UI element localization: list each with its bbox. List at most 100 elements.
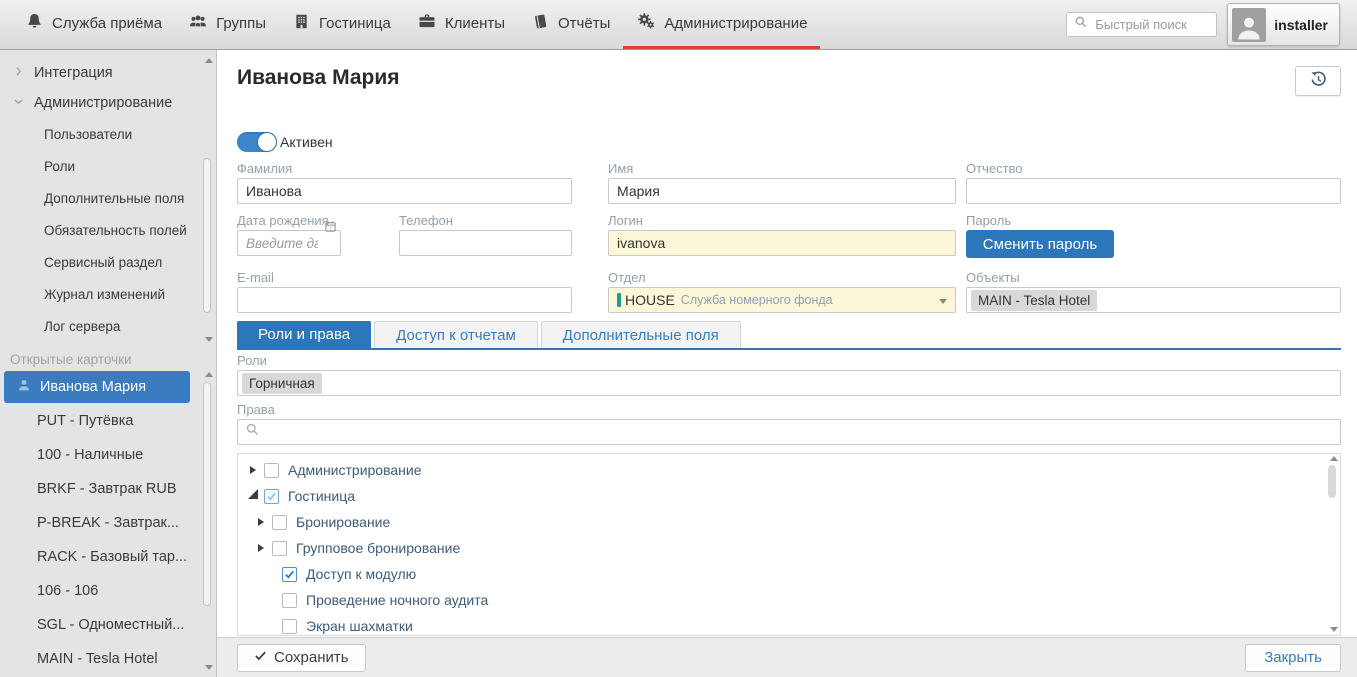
checkbox[interactable] — [282, 593, 297, 608]
scroll-down-icon[interactable] — [1330, 627, 1338, 632]
open-card-p-break[interactable]: P-BREAK - Завтрак... — [0, 506, 216, 540]
tab-label: Гостиница — [319, 15, 391, 32]
scroll-up-icon[interactable] — [205, 372, 213, 377]
open-card-106[interactable]: 106 - 106 — [0, 574, 216, 608]
sidebar-item-change-log[interactable]: Журнал изменений — [0, 278, 216, 310]
scroll-down-icon[interactable] — [205, 337, 213, 342]
user-menu[interactable]: installer — [1227, 3, 1340, 46]
sidebar-item-roles[interactable]: Роли — [0, 150, 216, 182]
collapse-icon[interactable] — [246, 493, 260, 499]
open-card-sgl[interactable]: SGL - Одноместный... — [0, 608, 216, 642]
sidebar-item-custom-fields[interactable]: Дополнительные поля — [0, 182, 216, 214]
tab-reports[interactable]: Отчёты — [518, 0, 623, 49]
department-label: Отдел — [608, 270, 956, 286]
tree-label: Доступ к модулю — [306, 566, 416, 582]
expand-icon[interactable] — [246, 466, 260, 474]
email-label: E-mail — [237, 270, 572, 286]
tab-label: Клиенты — [445, 15, 505, 32]
scrollbar-thumb[interactable] — [203, 382, 211, 606]
open-card-brkf[interactable]: BRKF - Завтрак RUB — [0, 472, 216, 506]
sidebar-item-integration[interactable]: Интеграция — [0, 58, 216, 88]
svg-text:7: 7 — [329, 226, 332, 232]
check-icon — [254, 649, 267, 666]
change-password-button[interactable]: Сменить пароль — [966, 230, 1114, 258]
scrollbar-thumb[interactable] — [1328, 465, 1336, 498]
open-card-rack[interactable]: RACK - Базовый тар... — [0, 540, 216, 574]
phone-field[interactable] — [399, 230, 572, 256]
tree-scrollbar[interactable] — [1328, 456, 1338, 632]
last-name-field[interactable] — [237, 178, 572, 204]
tab-reception-service[interactable]: Служба приёма — [12, 0, 175, 49]
expand-icon[interactable] — [254, 544, 268, 552]
calendar-icon[interactable]: 7 — [324, 220, 337, 238]
scroll-down-icon[interactable] — [205, 665, 213, 670]
sidebar-item-users[interactable]: Пользователи — [0, 118, 216, 150]
tree-label: Гостиница — [288, 488, 355, 504]
quick-search — [1066, 12, 1217, 37]
sidebar-nav-scrollbar[interactable] — [203, 58, 213, 342]
last-name-label: Фамилия — [237, 161, 572, 177]
object-chip: MAIN - Tesla Hotel — [971, 290, 1097, 311]
permissions-search — [237, 419, 1341, 445]
tree-row-group-booking: Групповое бронирование — [238, 535, 1340, 561]
tab-additional-fields[interactable]: Дополнительные поля — [541, 321, 741, 348]
first-name-field[interactable] — [608, 178, 956, 204]
open-card-main[interactable]: MAIN - Tesla Hotel — [0, 642, 216, 676]
tree-row-administration: Администрирование — [238, 457, 1340, 483]
sidebar-item-administration[interactable]: Администрирование — [0, 88, 216, 118]
history-button[interactable] — [1295, 66, 1341, 96]
tree-label: Групповое бронирование — [296, 540, 460, 556]
tab-label: Служба приёма — [52, 15, 162, 32]
checkbox[interactable] — [264, 463, 279, 478]
sidebar-item-service-section[interactable]: Сервисный раздел — [0, 246, 216, 278]
tab-hotel[interactable]: Гостиница — [279, 0, 404, 49]
checkbox[interactable] — [264, 489, 279, 504]
sidebar-item-server-log[interactable]: Лог сервера — [0, 310, 216, 342]
open-card-100[interactable]: 100 - Наличные — [0, 438, 216, 472]
middle-name-field[interactable] — [966, 178, 1341, 204]
objects-label: Объекты — [966, 270, 1341, 286]
avatar — [1232, 8, 1266, 42]
tab-report-access[interactable]: Доступ к отчетам — [374, 321, 538, 348]
tab-label: Отчёты — [558, 15, 610, 32]
scrollbar-thumb[interactable] — [203, 158, 211, 313]
checkbox[interactable] — [272, 541, 287, 556]
tab-roles-and-permissions[interactable]: Роли и права — [237, 321, 371, 348]
middle-name-label: Отчество — [966, 161, 1341, 177]
tab-groups[interactable]: Группы — [175, 0, 279, 49]
objects-field[interactable]: MAIN - Tesla Hotel — [966, 287, 1341, 313]
active-toggle[interactable] — [237, 132, 277, 152]
email-field[interactable] — [237, 287, 572, 313]
expand-icon[interactable] — [254, 518, 268, 526]
sidebar-item-required-fields[interactable]: Обязательность полей — [0, 214, 216, 246]
scroll-up-icon[interactable] — [1330, 456, 1338, 461]
scroll-up-icon[interactable] — [205, 58, 213, 63]
login-field[interactable] — [608, 230, 956, 256]
tab-clients[interactable]: Клиенты — [404, 0, 518, 49]
history-icon — [1309, 70, 1328, 92]
open-card-ivanova[interactable]: Иванова Мария — [4, 371, 190, 403]
open-card-put[interactable]: PUT - Путёвка — [0, 404, 216, 438]
sidebar-nav: Интеграция Администрирование Пользовател… — [0, 50, 216, 342]
checkbox[interactable] — [282, 567, 297, 582]
briefcase-icon — [417, 11, 437, 35]
checkbox[interactable] — [282, 619, 297, 634]
bell-icon — [25, 12, 44, 35]
roles-field[interactable]: Горничная — [237, 370, 1341, 396]
card-footer: Сохранить Закрыть — [217, 637, 1357, 677]
department-select[interactable]: HOUSE Служба номерного фонда — [608, 287, 956, 313]
active-toggle-row: Активен — [237, 132, 1341, 152]
department-name: Служба номерного фонда — [681, 293, 833, 307]
quick-search-input[interactable] — [1093, 16, 1209, 33]
phone-label: Телефон — [399, 213, 572, 229]
close-button[interactable]: Закрыть — [1245, 644, 1341, 672]
open-cards-scrollbar[interactable] — [203, 372, 213, 670]
tree-label: Экран шахматки — [306, 618, 413, 634]
checkbox[interactable] — [272, 515, 287, 530]
save-button[interactable]: Сохранить — [237, 644, 366, 672]
permissions-search-input[interactable] — [266, 423, 1333, 441]
card-tabs: Роли и права Доступ к отчетам Дополнител… — [237, 321, 1341, 348]
gears-icon — [636, 11, 656, 35]
tab-administration[interactable]: Администрирование — [623, 0, 820, 49]
user-card: Иванова Мария Активен Фамилия Имя — [217, 50, 1357, 637]
